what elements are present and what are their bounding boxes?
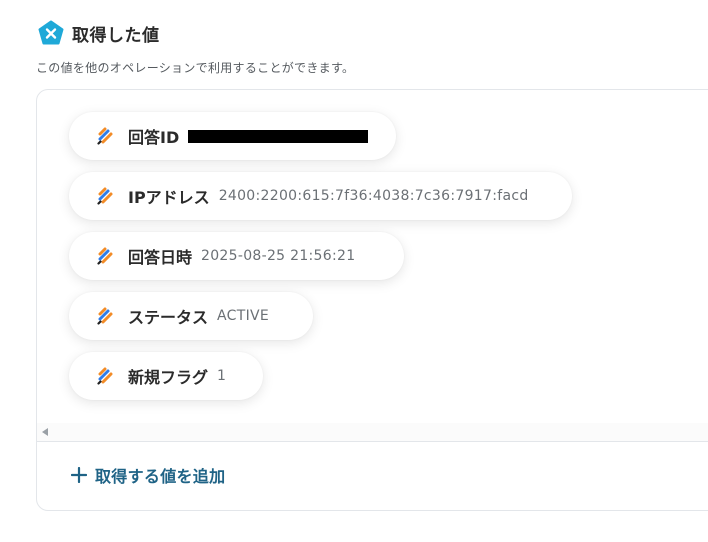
value-label: ステータス [128, 308, 209, 327]
value-chip[interactable]: 新規フラグ 1 [69, 352, 263, 400]
form-app-icon [97, 247, 113, 265]
values-panel: 回答ID IPアドレス 2400:2200:615:7f36:4038:7c36… [36, 89, 708, 511]
section-title: 取得した値 [72, 25, 160, 46]
horizontal-scrollbar[interactable] [37, 423, 708, 441]
plus-icon [71, 467, 87, 483]
value-chip[interactable]: 回答日時 2025-08-25 21:56:21 [69, 232, 404, 280]
value-text: 2025-08-25 21:56:21 [201, 248, 356, 264]
form-app-icon [97, 187, 113, 205]
yoom-pentagon-icon [38, 20, 64, 45]
value-label: 新規フラグ [128, 368, 209, 387]
divider [37, 441, 708, 442]
section-description: この値を他のオペレーションで利用することができます。 [36, 61, 355, 75]
value-text: 2400:2200:615:7f36:4038:7c36:7917:facd [218, 188, 529, 204]
value-label: IPアドレス [128, 188, 210, 207]
section-header: 取得した値 [38, 20, 160, 46]
value-label: 回答日時 [128, 248, 193, 267]
form-app-icon [97, 307, 113, 325]
form-app-icon [97, 127, 113, 145]
add-value-label: 取得する値を追加 [95, 467, 226, 486]
value-chip[interactable]: 回答ID [69, 112, 396, 160]
add-value-button[interactable]: 取得する値を追加 [71, 462, 225, 488]
value-text: ACTIVE [217, 308, 270, 324]
value-text: 1 [217, 368, 227, 384]
form-app-icon [97, 367, 113, 385]
value-chip[interactable]: ステータス ACTIVE [69, 292, 313, 340]
scroll-left-arrow-icon[interactable] [42, 428, 48, 436]
value-label: 回答ID [128, 128, 180, 147]
value-chip[interactable]: IPアドレス 2400:2200:615:7f36:4038:7c36:7917… [69, 172, 572, 220]
redacted-value [188, 129, 368, 143]
